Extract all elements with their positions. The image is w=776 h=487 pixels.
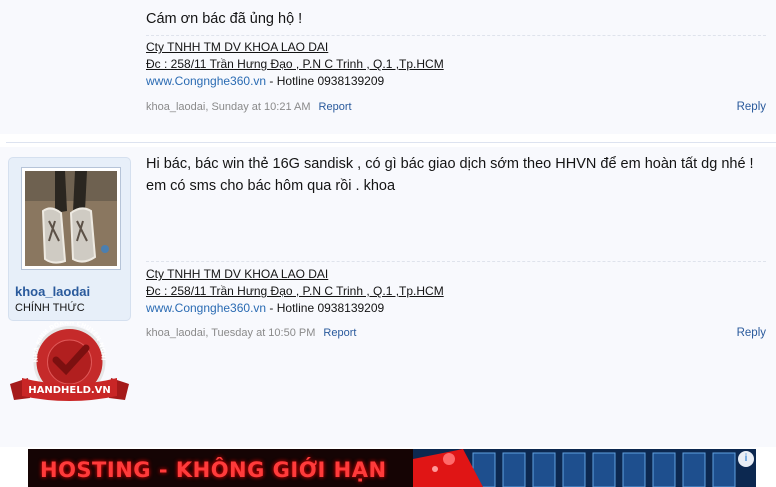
seal-banner-text: HANDHELD.VN <box>28 385 111 396</box>
server-rack-image <box>413 449 756 487</box>
avatar[interactable] <box>21 167 121 270</box>
reply-link[interactable]: Reply <box>737 327 766 339</box>
signature-website-link[interactable]: www.Congnghe360.vn <box>146 74 266 88</box>
ad-text: HOSTING - KHÔNG GIỚI HẠN <box>40 458 387 482</box>
signature-company[interactable]: Cty TNHH TM DV KHOA LAO DAI <box>146 39 444 56</box>
post-message-line: em có sms cho bác hôm qua rồi . khoa <box>146 178 396 194</box>
post-separator <box>6 142 776 143</box>
post-author-date: khoa_laodai, Sunday at 10:21 AM <box>146 101 311 113</box>
report-link[interactable]: Report <box>323 327 356 339</box>
avatar-image <box>25 171 117 266</box>
signature-company[interactable]: Cty TNHH TM DV KHOA LAO DAI <box>146 266 444 283</box>
post-message-line: Hi bác, bác win thẻ 16G sandisk , có gì … <box>146 156 754 172</box>
signature: Cty TNHH TM DV KHOA LAO DAI Đc : 258/11 … <box>146 266 444 317</box>
info-icon[interactable]: i <box>738 451 754 467</box>
hosting-ad-banner[interactable]: HOSTING - KHÔNG GIỚI HẠN i <box>28 449 756 487</box>
handheld-seal-badge: NHÀ KINH DOANH CHUYÊN NGHIỆP HANDHELD.VN <box>6 316 131 412</box>
report-link[interactable]: Report <box>319 101 352 113</box>
signature-hotline: - Hotline 0938139209 <box>266 301 385 315</box>
user-title: CHÍNH THỨC <box>15 302 85 314</box>
post-message: Cám ơn bác đã ủng hộ ! <box>146 11 303 27</box>
signature-address[interactable]: Đc : 258/11 Trần Hưng Đạo , P.N C Trinh … <box>146 283 444 300</box>
reply-link[interactable]: Reply <box>737 101 766 113</box>
post-meta: khoa_laodai, Tuesday at 10:50 PM Report <box>146 327 356 339</box>
signature-website-link[interactable]: www.Congnghe360.vn <box>146 301 266 315</box>
signature-divider <box>146 261 766 262</box>
signature: Cty TNHH TM DV KHOA LAO DAI Đc : 258/11 … <box>146 39 444 90</box>
seal-icon: NHÀ KINH DOANH CHUYÊN NGHIỆP HANDHELD.VN <box>6 316 129 401</box>
post-meta: khoa_laodai, Sunday at 10:21 AM Report <box>146 101 352 113</box>
user-info-box: khoa_laodai CHÍNH THỨC <box>8 157 131 321</box>
signature-hotline: - Hotline 0938139209 <box>266 74 385 88</box>
post-message: Hi bác, bác win thẻ 16G sandisk , có gì … <box>146 153 754 197</box>
post-1: Cám ơn bác đã ủng hộ ! Cty TNHH TM DV KH… <box>0 0 776 134</box>
signature-address[interactable]: Đc : 258/11 Trần Hưng Đạo , P.N C Trinh … <box>146 56 444 73</box>
post-author-date: khoa_laodai, Tuesday at 10:50 PM <box>146 327 316 339</box>
username-link[interactable]: khoa_laodai <box>15 284 90 299</box>
signature-divider <box>146 35 766 36</box>
